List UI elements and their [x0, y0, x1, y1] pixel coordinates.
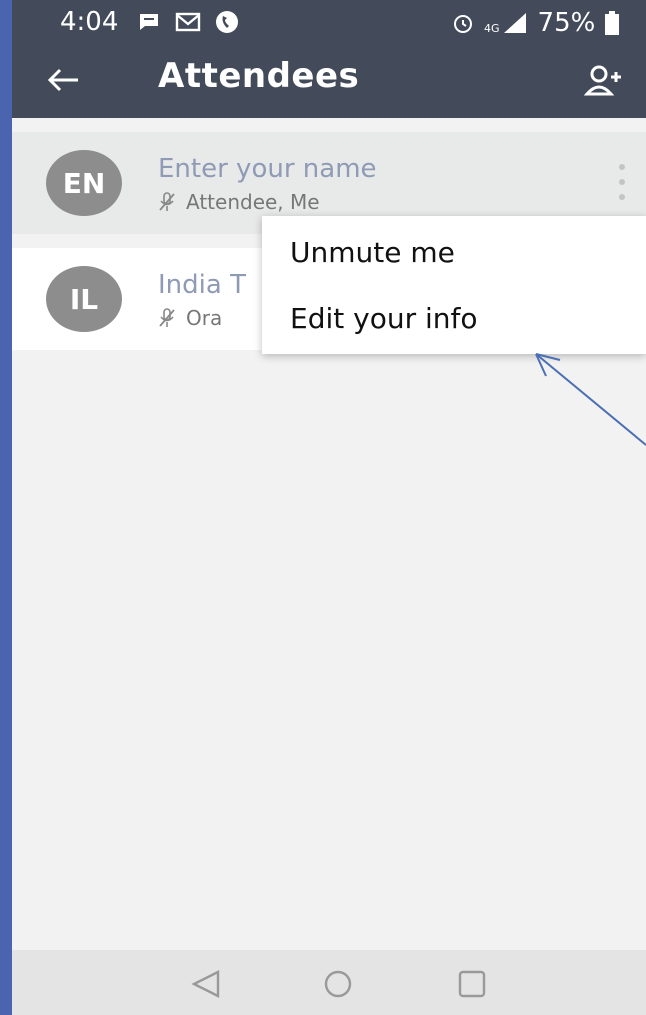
nav-recents-icon[interactable] — [452, 964, 492, 1004]
avatar: EN — [46, 150, 122, 216]
back-arrow-icon[interactable] — [42, 58, 86, 102]
signal-4g-icon: 4G — [484, 11, 528, 35]
add-attendee-icon[interactable] — [584, 62, 624, 100]
system-status: 4G 75% — [452, 8, 620, 38]
context-menu: Unmute me Edit your info — [262, 216, 646, 354]
navigation-bar — [12, 950, 646, 1015]
attendee-subtitle: Attendee, Me — [158, 190, 320, 214]
status-bar: 4:04 4G 75% — [12, 0, 646, 42]
battery-icon — [605, 11, 620, 35]
muted-mic-icon — [159, 308, 175, 327]
notification-icons — [137, 10, 239, 34]
more-options-icon[interactable] — [612, 164, 632, 200]
gmail-icon — [175, 12, 201, 32]
phone-screen: 4:04 4G 75% Attendees EN Enter your name… — [12, 0, 646, 1015]
status-time: 4:04 — [60, 7, 119, 37]
attendee-role: Attendee, Me — [186, 190, 320, 214]
nav-home-icon[interactable] — [318, 964, 358, 1004]
attendee-name: India T — [158, 270, 246, 300]
page-title: Attendees — [158, 56, 360, 96]
unmute-me-menu-item[interactable]: Unmute me — [262, 222, 646, 282]
alarm-icon — [454, 15, 472, 33]
battery-percent: 75% — [537, 8, 596, 38]
app-bar: Attendees — [12, 42, 646, 118]
nav-back-icon[interactable] — [186, 964, 226, 1004]
attendee-role: Ora — [186, 306, 223, 330]
message-icon — [140, 14, 158, 30]
edit-your-info-menu-item[interactable]: Edit your info — [262, 288, 646, 348]
avatar: IL — [46, 266, 122, 332]
attendee-subtitle: Ora — [158, 306, 222, 330]
network-label: 4G — [484, 22, 500, 35]
attendee-name: Enter your name — [158, 154, 377, 184]
phone-call-icon — [216, 11, 238, 33]
muted-mic-icon — [159, 192, 175, 211]
